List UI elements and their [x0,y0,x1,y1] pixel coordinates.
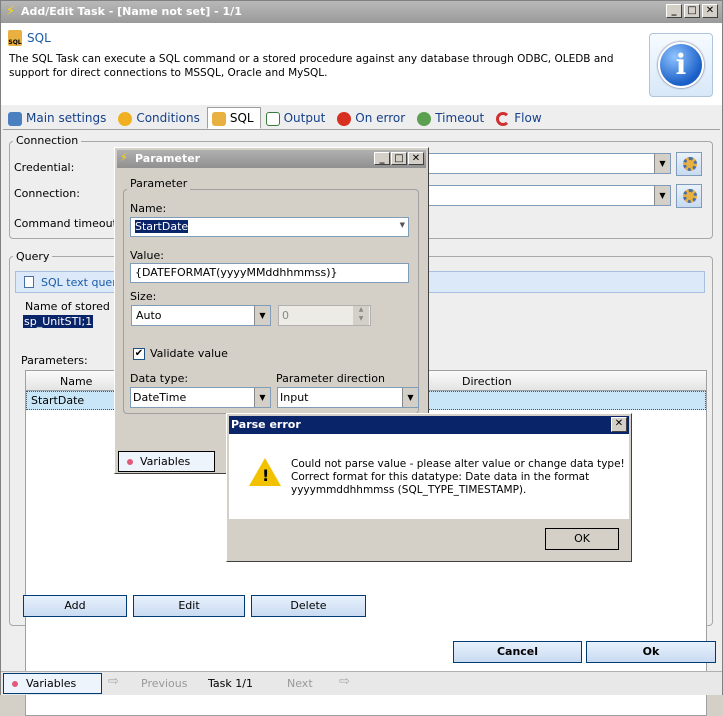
tab-timeout[interactable]: Timeout [412,107,491,129]
credential-settings-button[interactable] [676,152,702,176]
gear-icon [683,157,697,171]
info-icon: i [649,33,713,97]
dialog-variables-button[interactable]: Variables [118,451,215,472]
datatype-select[interactable]: DateTime ▼ [130,387,271,408]
close-button[interactable]: ✕ [408,152,424,165]
close-button[interactable]: ✕ [611,417,627,432]
parse-error-titlebar: Parse error ✕ [229,416,629,434]
task-type-title: SQL [27,31,51,45]
chevron-down-icon: ▼ [402,388,418,407]
next-arrow-icon: ⇨ [339,674,350,689]
credential-label: Credential: [14,161,75,174]
document-icon [265,112,280,126]
validate-label: Validate value [150,347,228,360]
chevron-down-icon: ▼ [654,186,670,205]
direction-label: Parameter direction [276,372,385,385]
stored-proc-input[interactable]: sp_UnitSTI;1 [23,315,123,333]
connection-select[interactable]: ▼ [428,185,671,206]
previous-arrow-icon: ⇨ [108,674,119,689]
question-icon [118,112,133,126]
value-label: Value: [130,249,164,262]
title-bar: ⚡ Add/Edit Task - [Name not set] - 1/1 _… [1,1,722,23]
column-header-name[interactable]: Name [60,375,92,388]
credential-select[interactable]: ▼ [428,153,671,174]
ok-button[interactable]: Ok [586,641,716,663]
name-field[interactable]: StartDate ▼ [130,217,409,237]
chevron-down-icon: ▼ [399,221,405,229]
column-header-direction[interactable]: Direction [462,375,512,388]
tab-sql[interactable]: SQL [206,107,261,129]
error-body: ! Could not parse value - please alter v… [229,434,629,519]
connection-settings-button[interactable] [676,184,702,208]
app-icon: ⚡ [6,4,16,19]
value-field[interactable]: {DATEFORMAT(yyyyMMddhhmmss)} [130,263,409,283]
clock-icon [417,112,432,126]
warning-icon: ! [249,458,281,486]
next-button[interactable]: Next [287,677,313,690]
maximize-button[interactable]: □ [684,4,700,18]
spin-down-icon[interactable]: ▼ [353,315,369,325]
document-icon [24,276,34,288]
datatype-label: Data type: [130,372,189,385]
tab-on-error[interactable]: On error [332,107,412,129]
name-label: Name: [130,202,167,215]
flow-icon [496,112,511,126]
size-select[interactable]: Auto ▼ [131,305,271,326]
task-counter: Task 1/1 [208,677,253,690]
error-ok-button[interactable]: OK [545,528,619,550]
gear-icon [8,112,22,126]
tab-conditions[interactable]: Conditions [113,107,207,129]
command-timeout-label: Command timeout: [14,217,121,230]
parameters-label: Parameters: [21,354,88,367]
edit-button[interactable]: Edit [133,595,245,617]
close-button[interactable]: ✕ [702,4,718,18]
bullet-icon [127,459,133,465]
error-message: Could not parse value - please alter val… [291,458,625,496]
maximize-button[interactable]: □ [391,152,407,165]
sql-icon [211,112,226,126]
tab-strip: Main settings Conditions SQL Output On e… [3,107,549,129]
direction-select[interactable]: Input ▼ [277,387,419,408]
param-name-cell: StartDate [31,394,85,407]
minimize-button[interactable]: _ [666,4,682,18]
parameter-dialog-titlebar: ⚡ Parameter _ □ ✕ [117,150,426,168]
parameter-legend: Parameter [127,177,191,190]
window-title: Add/Edit Task - [Name not set] - 1/1 [21,5,242,18]
status-bar: Variables ⇨ Previous Task 1/1 Next ⇨ [1,671,722,695]
tab-flow[interactable]: Flow [491,107,548,129]
size-stepper[interactable]: 0 ▲ ▼ [278,305,371,326]
task-description: The SQL Task can execute a SQL command o… [9,53,614,79]
previous-button[interactable]: Previous [141,677,188,690]
error-icon [337,112,352,126]
connection-label: Connection: [14,187,80,200]
minimize-button[interactable]: _ [374,152,390,165]
tab-output[interactable]: Output [261,107,333,129]
spin-up-icon[interactable]: ▲ [353,306,369,315]
gear-icon [683,189,697,203]
query-legend: Query [13,250,53,263]
size-label: Size: [130,290,157,303]
app-icon: ⚡ [120,151,128,164]
delete-button[interactable]: Delete [251,595,366,617]
chevron-down-icon: ▼ [254,306,270,325]
parse-error-dialog: Parse error ✕ ! Could not parse value - … [226,413,632,562]
validate-checkbox[interactable]: ✔ [133,348,145,360]
connection-legend: Connection [13,134,82,147]
bullet-icon [12,681,18,687]
tab-main-settings[interactable]: Main settings [3,107,113,129]
add-button[interactable]: Add [23,595,127,617]
sql-icon: SQL [8,30,22,46]
cancel-button[interactable]: Cancel [453,641,582,663]
variables-button[interactable]: Variables [3,673,102,694]
task-header: SQL SQL The SQL Task can execute a SQL c… [1,23,722,105]
chevron-down-icon: ▼ [254,388,270,407]
chevron-down-icon: ▼ [654,154,670,173]
